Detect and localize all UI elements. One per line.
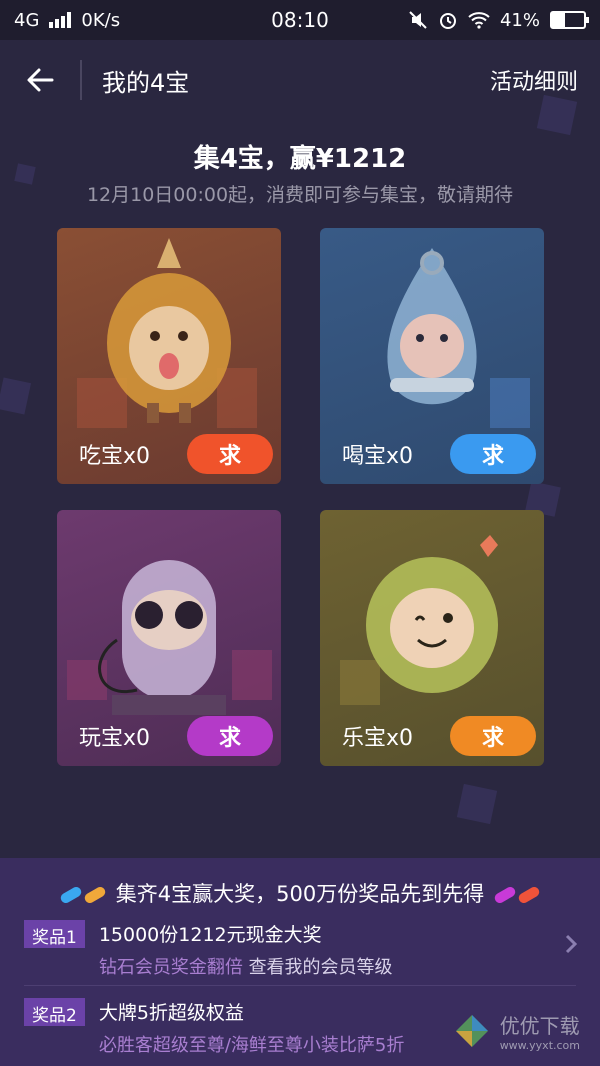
prize-item[interactable]: 奖品1 15000份1212元现金大奖 钻石会员奖金翻倍 查看我的会员等级: [24, 920, 393, 979]
member-level-link[interactable]: 查看我的会员等级: [249, 957, 393, 978]
prize-subtitle: 钻石会员奖金翻倍 查看我的会员等级: [99, 953, 393, 979]
app-bar: 我的4宝 活动细则: [0, 40, 600, 120]
decor-cube: [456, 783, 498, 825]
rules-link[interactable]: 活动细则: [490, 64, 578, 96]
watermark-logo-icon: [455, 1015, 488, 1047]
request-button[interactable]: 求: [450, 716, 536, 756]
prize-subtitle: 必胜客超级至尊/海鲜至尊小装比萨5折: [99, 1031, 405, 1057]
header-divider: [80, 60, 82, 100]
request-button[interactable]: 求: [187, 716, 273, 756]
card-label: 玩宝x0: [79, 726, 151, 751]
prize-panel: 集齐4宝赢大奖，500万份奖品先到先得 奖品1 15000份1212元现金大奖 …: [0, 858, 600, 1066]
decor-cube: [536, 94, 578, 136]
prize-title: 15000份1212元现金大奖: [98, 924, 322, 946]
back-button[interactable]: [0, 40, 80, 120]
campaign-headline: 集4宝，赢¥1212: [193, 144, 407, 174]
prize-title: 大牌5折超级权益: [98, 1002, 244, 1024]
card-wanbao: 玩宝x0 求: [57, 510, 281, 766]
prize-headline-row: 集齐4宝赢大奖，500万份奖品先到先得: [0, 878, 600, 908]
prize-subtitle-text: 必胜客超级至尊/海鲜至尊小装比萨5折: [98, 1035, 405, 1056]
card-label: 吃宝x0: [79, 444, 151, 469]
request-button[interactable]: 求: [187, 434, 273, 474]
request-button[interactable]: 求: [450, 434, 536, 474]
prize-subtitle-text: 钻石会员奖金翻倍: [98, 957, 249, 978]
prize-tag: 奖品1: [24, 920, 85, 948]
prize-item[interactable]: 奖品2 大牌5折超级权益 必胜客超级至尊/海鲜至尊小装比萨5折: [24, 998, 404, 1057]
card-chibao: 吃宝x0 求: [57, 228, 281, 484]
decor-cube: [0, 377, 32, 415]
prize-headline: 集齐4宝赢大奖，500万份奖品先到先得: [115, 882, 485, 906]
campaign-subtitle: 12月10日00:00起，消费即可参与集宝，敬请期待: [86, 184, 514, 206]
pill-icon: [58, 881, 107, 905]
prize-tag: 奖品2: [24, 998, 85, 1026]
battery-icon: [550, 11, 589, 29]
card-label: 乐宝x0: [342, 726, 414, 751]
card-lebao: 乐宝x0 求: [320, 510, 544, 766]
clock: 08:10: [271, 8, 329, 32]
back-arrow-icon: [27, 68, 54, 92]
card-hebao: 喝宝x0 求: [320, 228, 544, 484]
watermark-url: www.yyxt.com: [499, 1039, 580, 1052]
watermark-text: 优优下载: [499, 1014, 580, 1038]
pill-icon: [493, 881, 542, 905]
watermark: 优优下载 www.yyxt.com: [452, 1010, 580, 1052]
page-title: 我的4宝: [102, 68, 190, 97]
prize-divider: [24, 985, 576, 986]
status-bar: 4G 0K/s 08:10 41%: [0, 0, 600, 40]
chevron-right-icon[interactable]: [564, 933, 578, 955]
card-label: 喝宝x0: [342, 444, 414, 469]
